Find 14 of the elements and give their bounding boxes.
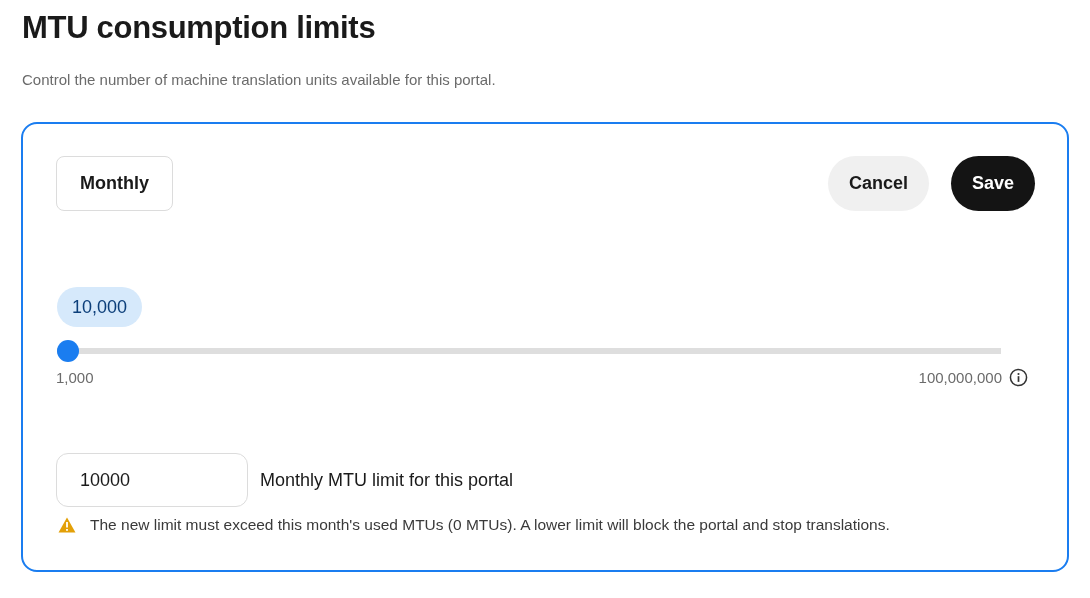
page-description: Control the number of machine translation units available for this portal.: [22, 70, 497, 90]
cancel-button[interactable]: Cancel: [827, 156, 929, 211]
page-title: MTU consumption limits: [22, 9, 377, 47]
slider-thumb[interactable]: [57, 340, 79, 362]
limit-input[interactable]: 10000: [56, 453, 248, 507]
period-button[interactable]: Monthly: [56, 156, 173, 211]
max-label: 100,000,000: [918, 369, 1002, 386]
info-icon[interactable]: [1009, 368, 1028, 387]
save-button[interactable]: Save: [950, 156, 1035, 211]
min-label: 1,000: [56, 369, 94, 386]
warning-icon: [58, 517, 76, 533]
warning-text: The new limit must exceed this month's used MTUs (0 MTUs). A lower limit will block the portal and stop translations.: [90, 516, 890, 534]
value-badge: 10,000: [57, 287, 143, 327]
limit-label: Monthly MTU limit for this portal: [260, 469, 514, 491]
